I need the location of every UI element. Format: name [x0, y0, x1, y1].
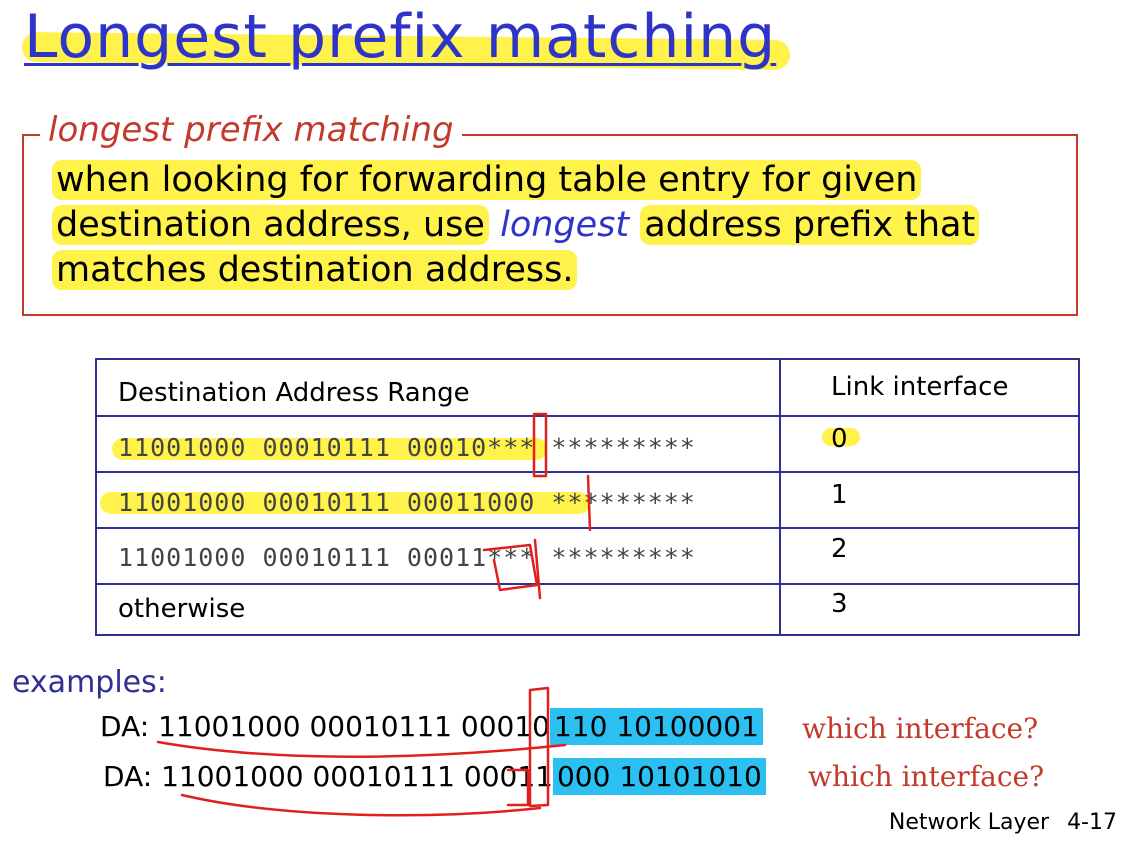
definition-line-2-after: address prefix that [640, 205, 980, 245]
slide-footer: Network Layer 4-17 [889, 810, 1117, 835]
table-row-3-range: otherwise [118, 594, 246, 624]
table-row-divider [95, 415, 1080, 417]
definition-line-2: destination address, use longest address… [52, 205, 980, 245]
examples-label: examples: [12, 665, 167, 700]
definition-line-3: matches destination address. [52, 250, 578, 290]
table-row-0-interface: 0 [831, 424, 848, 454]
table-row-0-range: 11001000 00010111 00010*** ********* [118, 433, 696, 462]
example-1-address: DA: 11001000 00010111 00010 110 10100001 [100, 708, 763, 745]
table-row-1-range: 11001000 00010111 00011000 ********* [118, 488, 696, 517]
definition-heading: longest prefix matching [40, 110, 462, 150]
example-1-prefix: DA: 11001000 00010111 00010 [100, 710, 550, 743]
example-1-highlighted: 110 10100001 [549, 708, 763, 745]
definition-line-2-before: destination address, use [52, 205, 489, 245]
table-column-divider [779, 358, 781, 636]
table-header-range: Destination Address Range [118, 378, 470, 408]
table-row-2-range: 11001000 00010111 00011*** ********* [118, 543, 696, 572]
table-header-interface: Link interface [831, 372, 1009, 402]
definition-line-2-italic: longest [500, 205, 630, 245]
definition-line-1-text: when looking for forwarding table entry … [52, 160, 922, 200]
table-row-divider [95, 583, 1080, 585]
example-2-highlighted: 000 10101010 [552, 758, 766, 795]
table-row-divider [95, 471, 1080, 473]
underline-example-1 [156, 740, 567, 758]
example-2-question: which interface? [808, 760, 1045, 793]
table-row-1-interface: 1 [831, 480, 848, 510]
table-row-divider [95, 527, 1080, 529]
footer-page-number: 4-17 [1067, 810, 1117, 835]
definition-line-1: when looking for forwarding table entry … [52, 160, 922, 200]
slide-title: Longest prefix matching [24, 2, 777, 72]
example-2-prefix: DA: 11001000 00010111 00011 [103, 760, 553, 793]
table-row-2-interface: 2 [831, 534, 848, 564]
definition-line-3-text: matches destination address. [52, 250, 578, 290]
table-row-3-interface: 3 [831, 589, 848, 619]
footer-section: Network Layer [888, 810, 1050, 835]
underline-example-2 [180, 793, 542, 817]
example-2-address: DA: 11001000 00010111 00011 000 10101010 [103, 758, 766, 795]
example-1-question: which interface? [802, 712, 1039, 745]
